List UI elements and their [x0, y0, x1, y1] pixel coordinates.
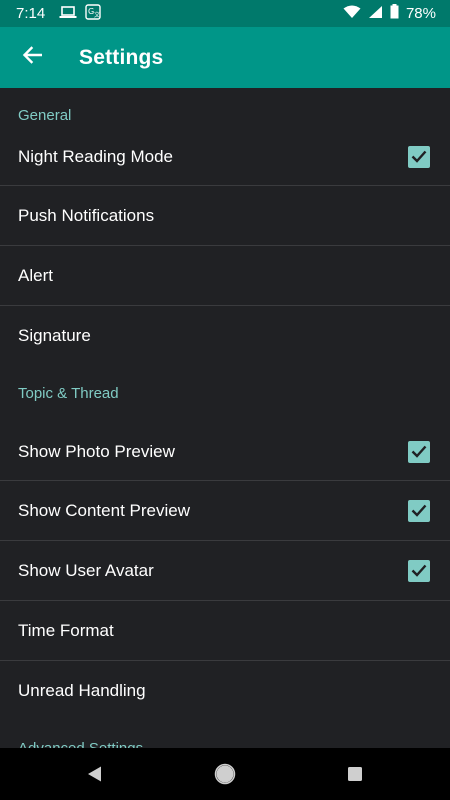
setting-night-reading-mode[interactable]: Night Reading Mode — [0, 128, 450, 186]
setting-label: Time Format — [18, 620, 114, 640]
setting-show-photo-preview[interactable]: Show Photo Preview — [0, 423, 450, 481]
setting-time-format[interactable]: Time Format — [0, 601, 450, 661]
setting-label: Signature — [18, 326, 91, 345]
back-triangle-icon — [88, 766, 101, 782]
status-bar: 7:14 G文 78% — [0, 0, 450, 27]
setting-show-content-preview[interactable]: Show Content Preview — [0, 481, 450, 541]
show-photo-preview-checkbox[interactable] — [408, 440, 430, 463]
wifi-icon — [343, 5, 361, 23]
section-header-topic-thread: Topic & Thread — [18, 385, 119, 402]
recents-square-icon — [348, 767, 362, 781]
translate-icon: G文 — [85, 3, 101, 24]
back-button[interactable] — [2, 27, 62, 88]
setting-label: Show User Avatar — [18, 560, 154, 580]
nav-home-button[interactable] — [195, 748, 255, 800]
nav-recents-button[interactable] — [325, 748, 385, 800]
section-header-general: General — [18, 107, 72, 124]
setting-unread-handling[interactable]: Unread Handling — [0, 661, 450, 721]
setting-push-notifications[interactable]: Push Notifications — [0, 186, 450, 246]
svg-text:文: 文 — [94, 11, 100, 19]
show-content-preview-checkbox[interactable] — [408, 499, 430, 522]
app-bar: Settings — [0, 27, 450, 88]
settings-list[interactable]: General Night Reading Mode Push Notifica… — [0, 88, 450, 748]
page-title: Settings — [79, 45, 164, 69]
show-user-avatar-checkbox[interactable] — [408, 559, 430, 582]
nav-back-button[interactable] — [65, 748, 125, 800]
section-header-advanced-settings: Advanced Settings — [0, 721, 450, 748]
setting-label: Push Notifications — [18, 205, 155, 225]
setting-label: Alert — [18, 265, 53, 285]
setting-label: Show Photo Preview — [18, 441, 175, 461]
setting-alert[interactable]: Alert — [0, 246, 450, 306]
checkmark-icon — [411, 504, 427, 517]
signal-icon — [368, 5, 383, 23]
night-reading-mode-checkbox[interactable] — [408, 145, 430, 168]
home-circle-icon — [214, 763, 236, 785]
checkmark-icon — [411, 564, 427, 577]
checkmark-icon — [411, 150, 427, 163]
setting-label: Unread Handling — [18, 681, 146, 700]
setting-label: Night Reading Mode — [18, 146, 173, 166]
laptop-icon — [59, 5, 77, 23]
arrow-back-icon — [22, 46, 43, 69]
system-nav-bar — [0, 748, 450, 800]
setting-signature[interactable]: Signature — [0, 306, 450, 366]
setting-label: Show Content Preview — [18, 500, 190, 520]
battery-icon — [390, 4, 399, 23]
setting-show-user-avatar[interactable]: Show User Avatar — [0, 541, 450, 601]
battery-percent: 78% — [405, 5, 436, 22]
status-time: 7:14 — [16, 5, 46, 22]
checkmark-icon — [411, 445, 427, 458]
